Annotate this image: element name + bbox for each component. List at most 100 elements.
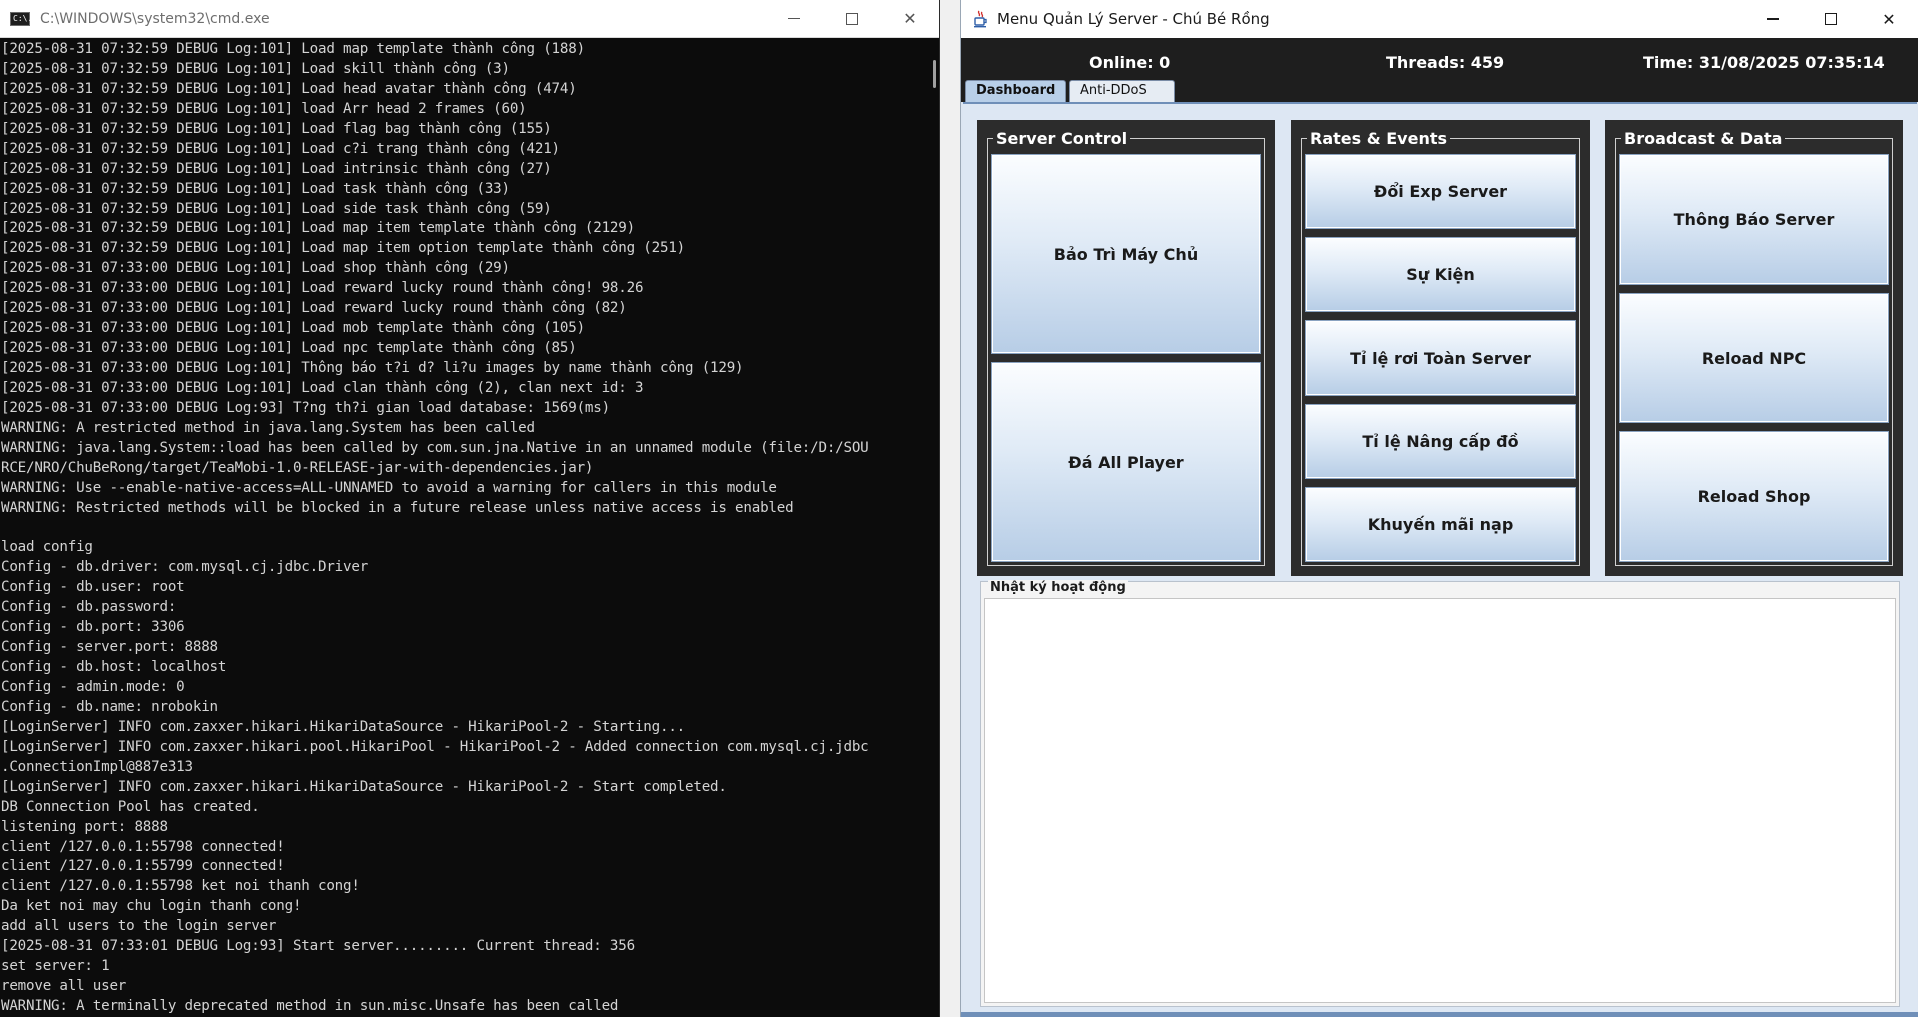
close-icon: ✕ (1882, 9, 1896, 29)
kick-all-players-button[interactable]: Đá All Player (991, 362, 1261, 562)
console-line: [2025-08-31 07:33:00 DEBUG Log:101] Load… (1, 280, 644, 297)
reload-npc-button[interactable]: Reload NPC (1619, 292, 1889, 424)
console-line: Config - db.password: (1, 599, 177, 616)
minimize-icon (1767, 18, 1779, 20)
console-line: [LoginServer] INFO com.zaxxer.hikari.poo… (1, 738, 869, 755)
console-line: RCE/NRO/ChuBeRong/target/TeaMobi-1.0-REL… (1, 459, 594, 476)
console-line: Config - server.port: 8888 (1, 639, 218, 656)
tab-bar: Dashboard Anti-DDoS (961, 78, 1918, 102)
console-line: load config (1, 539, 93, 556)
tab-dashboard[interactable]: Dashboard (965, 80, 1066, 102)
broadcast-data-title: Broadcast & Data (1621, 129, 1786, 148)
mgr-maximize-button[interactable] (1802, 0, 1860, 38)
console-line: [2025-08-31 07:33:01 DEBUG Log:93] Start… (1, 938, 635, 955)
console-line: client /127.0.0.1:55798 ket noi thanh co… (1, 878, 360, 895)
console-line: DB Connection Pool has created. (1, 798, 260, 815)
console-line: [2025-08-31 07:33:00 DEBUG Log:101] Load… (1, 320, 585, 337)
console-line: WARNING: A restricted method in java.lan… (1, 419, 535, 436)
cmd-titlebar[interactable]: C:\. C:\WINDOWS\system32\cmd.exe ✕ (0, 0, 939, 38)
console-line: [2025-08-31 07:32:59 DEBUG Log:101] load… (1, 100, 527, 117)
cmd-maximize-button[interactable] (823, 0, 881, 37)
java-cup-icon (971, 10, 989, 28)
server-status-bar: Online: 0 Threads: 459 Time: 31/08/2025 … (961, 38, 1918, 78)
server-control-panel: Server Control Bảo Trì Máy Chủ Đá All Pl… (977, 120, 1275, 576)
console-line: client /127.0.0.1:55798 connected! (1, 838, 285, 855)
console-line: Config - db.user: root (1, 579, 185, 596)
cmd-window: C:\. C:\WINDOWS\system32\cmd.exe ✕ [2025… (0, 0, 940, 1017)
dashboard-panel: Server Control Bảo Trì Máy Chủ Đá All Pl… (963, 102, 1917, 1017)
drop-rate-button[interactable]: Tỉ lệ rơi Toàn Server (1305, 320, 1576, 396)
console-line: [2025-08-31 07:32:59 DEBUG Log:101] Load… (1, 80, 577, 97)
server-time: Time: 31/08/2025 07:35:14 (1643, 53, 1885, 72)
console-line: WARNING: Use --enable-native-access=ALL-… (1, 479, 777, 496)
maximize-icon (1825, 13, 1837, 25)
activity-log-group: Nhật ký hoạt động (980, 580, 1900, 1007)
maximize-icon (846, 12, 858, 25)
console-line: Config - db.driver: com.mysql.cj.jdbc.Dr… (1, 559, 369, 576)
mgr-titlebar[interactable]: Menu Quản Lý Server - Chú Bé Rồng ✕ (961, 0, 1918, 38)
console-line: Config - db.host: localhost (1, 659, 227, 676)
console-line: [2025-08-31 07:32:59 DEBUG Log:101] Load… (1, 140, 560, 157)
console-line: Da ket noi may chu login thanh cong! (1, 898, 302, 915)
console-line: listening port: 8888 (1, 818, 168, 835)
broadcast-data-panel: Broadcast & Data Thông Báo Server Reload… (1605, 120, 1903, 576)
tab-anti-ddos[interactable]: Anti-DDoS (1069, 80, 1175, 102)
console-line: WARNING: java.lang.System::load has been… (1, 439, 869, 456)
change-exp-button[interactable]: Đổi Exp Server (1305, 154, 1576, 230)
console-line: [2025-08-31 07:33:00 DEBUG Log:101] Load… (1, 300, 627, 317)
reload-shop-button[interactable]: Reload Shop (1619, 431, 1889, 563)
console-line: Config - db.port: 3306 (1, 619, 185, 636)
desktop: C:\. C:\WINDOWS\system32\cmd.exe ✕ [2025… (0, 0, 1918, 1017)
console-line: [2025-08-31 07:32:59 DEBUG Log:101] Load… (1, 120, 552, 137)
console-output[interactable]: [2025-08-31 07:32:59 DEBUG Log:101] Load… (0, 38, 936, 1017)
thread-count: Threads: 459 (1386, 53, 1505, 72)
cmd-minimize-button[interactable] (765, 0, 823, 37)
console-line: [2025-08-31 07:33:00 DEBUG Log:101] Load… (1, 340, 577, 357)
online-count: Online: 0 (1089, 53, 1171, 72)
cmd-close-button[interactable]: ✕ (881, 0, 939, 37)
terminal-icon: C:\. (10, 11, 32, 26)
console-line: [2025-08-31 07:33:00 DEBUG Log:93] T?ng … (1, 399, 610, 416)
window-bottom-border (961, 1012, 1918, 1017)
console-scrollbar[interactable] (927, 38, 939, 1017)
activity-log-textarea[interactable] (984, 598, 1896, 1003)
mgr-minimize-button[interactable] (1744, 0, 1802, 38)
rates-events-buttons: Đổi Exp Server Sự Kiện Tỉ lệ rơi Toàn Se… (1305, 154, 1576, 563)
rates-events-title: Rates & Events (1307, 129, 1451, 148)
cmd-window-title: C:\WINDOWS\system32\cmd.exe (40, 10, 270, 27)
console-line: WARNING: A terminally deprecated method … (1, 998, 619, 1014)
mgr-window-controls: ✕ (1744, 0, 1918, 38)
console-line: [2025-08-31 07:33:00 DEBUG Log:101] Thôn… (1, 360, 744, 376)
rates-events-panel: Rates & Events Đổi Exp Server Sự Kiện Tỉ… (1291, 120, 1590, 576)
console-line: set server: 1 (1, 958, 110, 975)
console-line: .ConnectionImpl@887e313 (1, 758, 193, 775)
console-line: client /127.0.0.1:55799 connected! (1, 858, 285, 875)
cmd-window-controls: ✕ (765, 0, 939, 37)
console-line: [2025-08-31 07:33:00 DEBUG Log:101] Load… (1, 379, 644, 396)
console-line: [2025-08-31 07:32:59 DEBUG Log:101] Load… (1, 180, 510, 197)
console-line: [2025-08-31 07:32:59 DEBUG Log:101] Load… (1, 60, 510, 77)
server-announcement-button[interactable]: Thông Báo Server (1619, 154, 1889, 285)
upgrade-rate-button[interactable]: Tỉ lệ Nâng cấp đồ (1305, 403, 1576, 479)
console-line: [2025-08-31 07:32:59 DEBUG Log:101] Load… (1, 220, 635, 237)
console-line: WARNING: Restricted methods will be bloc… (1, 499, 794, 516)
console-line: Config - admin.mode: 0 (1, 679, 185, 695)
broadcast-data-buttons: Thông Báo Server Reload NPC Reload Shop (1619, 154, 1889, 563)
topup-promo-button[interactable]: Khuyến mãi nạp (1305, 486, 1576, 563)
console-line: [2025-08-31 07:32:59 DEBUG Log:101] Load… (1, 240, 686, 257)
server-manager-window: Menu Quản Lý Server - Chú Bé Rồng ✕ Onli… (960, 0, 1918, 1017)
console-line: [2025-08-31 07:32:59 DEBUG Log:101] Load… (1, 200, 552, 217)
maintenance-button[interactable]: Bảo Trì Máy Chủ (991, 154, 1261, 354)
console-line: [2025-08-31 07:33:00 DEBUG Log:101] Load… (1, 260, 510, 277)
mgr-close-button[interactable]: ✕ (1860, 0, 1918, 38)
console-line: [LoginServer] INFO com.zaxxer.hikari.Hik… (1, 718, 686, 735)
console-line: add all users to the login server (1, 918, 277, 935)
console-scrollbar-thumb[interactable] (933, 60, 936, 88)
event-button[interactable]: Sự Kiện (1305, 237, 1576, 313)
mgr-window-title: Menu Quản Lý Server - Chú Bé Rồng (997, 10, 1270, 28)
close-icon: ✕ (903, 9, 917, 28)
activity-log-title: Nhật ký hoạt động (988, 580, 1128, 595)
minimize-icon (788, 17, 800, 20)
console-line: [2025-08-31 07:32:59 DEBUG Log:101] Load… (1, 41, 585, 57)
